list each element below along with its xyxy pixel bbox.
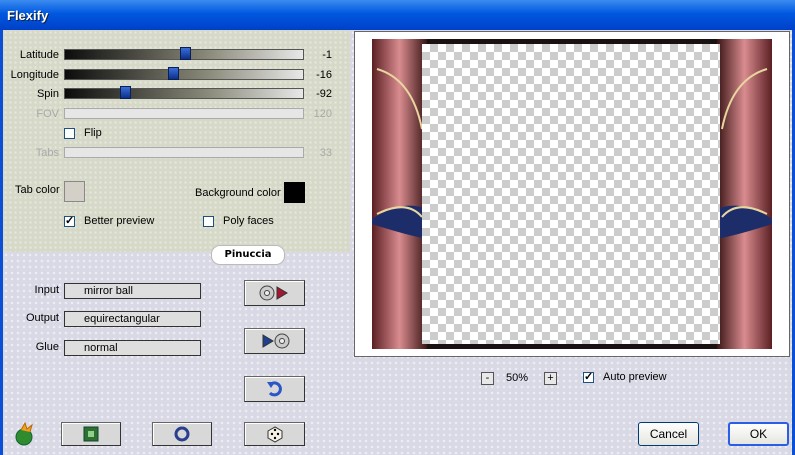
undo-arrow-icon: [266, 381, 282, 397]
poly-faces-label: Poly faces: [223, 215, 274, 227]
window-title: Flexify: [7, 8, 49, 23]
ok-button[interactable]: OK: [728, 422, 789, 446]
spin-slider-thumb[interactable]: [120, 86, 131, 99]
disc-play-icon: [259, 285, 288, 301]
input-field[interactable]: mirror ball: [64, 283, 201, 299]
fov-value: 120: [313, 108, 332, 120]
zoom-value: 50%: [506, 372, 529, 384]
square-mode-button[interactable]: [61, 422, 121, 446]
check-mark: ✓: [584, 371, 594, 383]
spin-label: Spin: [36, 88, 59, 100]
tab-color-label: Tab color: [15, 184, 60, 196]
random-button[interactable]: [244, 422, 305, 446]
preview-image[interactable]: [372, 39, 772, 349]
spin-slider[interactable]: [64, 86, 304, 99]
latitude-slider[interactable]: [64, 47, 304, 60]
ring-icon: [174, 426, 190, 442]
latitude-value: -1: [322, 49, 332, 61]
output-field[interactable]: equirectangular: [64, 311, 201, 327]
play-disc-icon: [262, 333, 289, 349]
logo-icon: [15, 421, 33, 446]
input-options-button[interactable]: [244, 280, 305, 306]
cancel-button[interactable]: Cancel: [638, 422, 699, 446]
flaming-pear-logo-icon[interactable]: [13, 421, 37, 446]
spin-value: -92: [316, 88, 332, 100]
tabs-slider: [64, 147, 304, 158]
tab-color-swatch[interactable]: [64, 181, 85, 202]
zoom-out-button[interactable]: -: [481, 372, 494, 385]
better-preview-label: Better preview: [84, 215, 155, 227]
background-color-label: Background color: [195, 187, 281, 199]
zoom-in-button[interactable]: +: [544, 372, 557, 385]
auto-preview-label: Auto preview: [603, 371, 667, 383]
latitude-label: Latitude: [19, 49, 59, 61]
flip-label: Flip: [84, 127, 102, 139]
fov-slider: [64, 108, 304, 119]
longitude-value: -16: [316, 69, 332, 81]
fov-label: FOV: [36, 108, 59, 120]
background-color-swatch[interactable]: [284, 182, 305, 203]
longitude-slider[interactable]: [64, 67, 304, 80]
longitude-slider-thumb[interactable]: [168, 67, 179, 80]
poly-faces-checkbox[interactable]: [203, 216, 214, 227]
output-options-button[interactable]: [244, 328, 305, 354]
glue-field[interactable]: normal: [64, 340, 201, 356]
longitude-label: Longitude: [10, 69, 59, 81]
tabs-value: 33: [319, 147, 332, 159]
input-label: Input: [34, 284, 59, 296]
flip-checkbox[interactable]: [64, 128, 75, 139]
check-mark: ✓: [65, 215, 75, 227]
reset-button[interactable]: [244, 376, 305, 402]
watermark: Pinuccia: [211, 245, 285, 265]
auto-preview-checkbox[interactable]: ✓: [583, 372, 594, 383]
transparent-area: [422, 44, 720, 344]
square-icon: [83, 426, 99, 442]
latitude-slider-thumb[interactable]: [180, 47, 191, 60]
tabs-label: Tabs: [35, 147, 59, 159]
title-bar[interactable]: Flexify: [0, 0, 795, 30]
output-label: Output: [25, 312, 59, 324]
glue-label: Glue: [35, 341, 59, 353]
better-preview-checkbox[interactable]: ✓: [64, 216, 75, 227]
dice-icon: [267, 426, 282, 443]
sphere-mode-button[interactable]: [152, 422, 212, 446]
